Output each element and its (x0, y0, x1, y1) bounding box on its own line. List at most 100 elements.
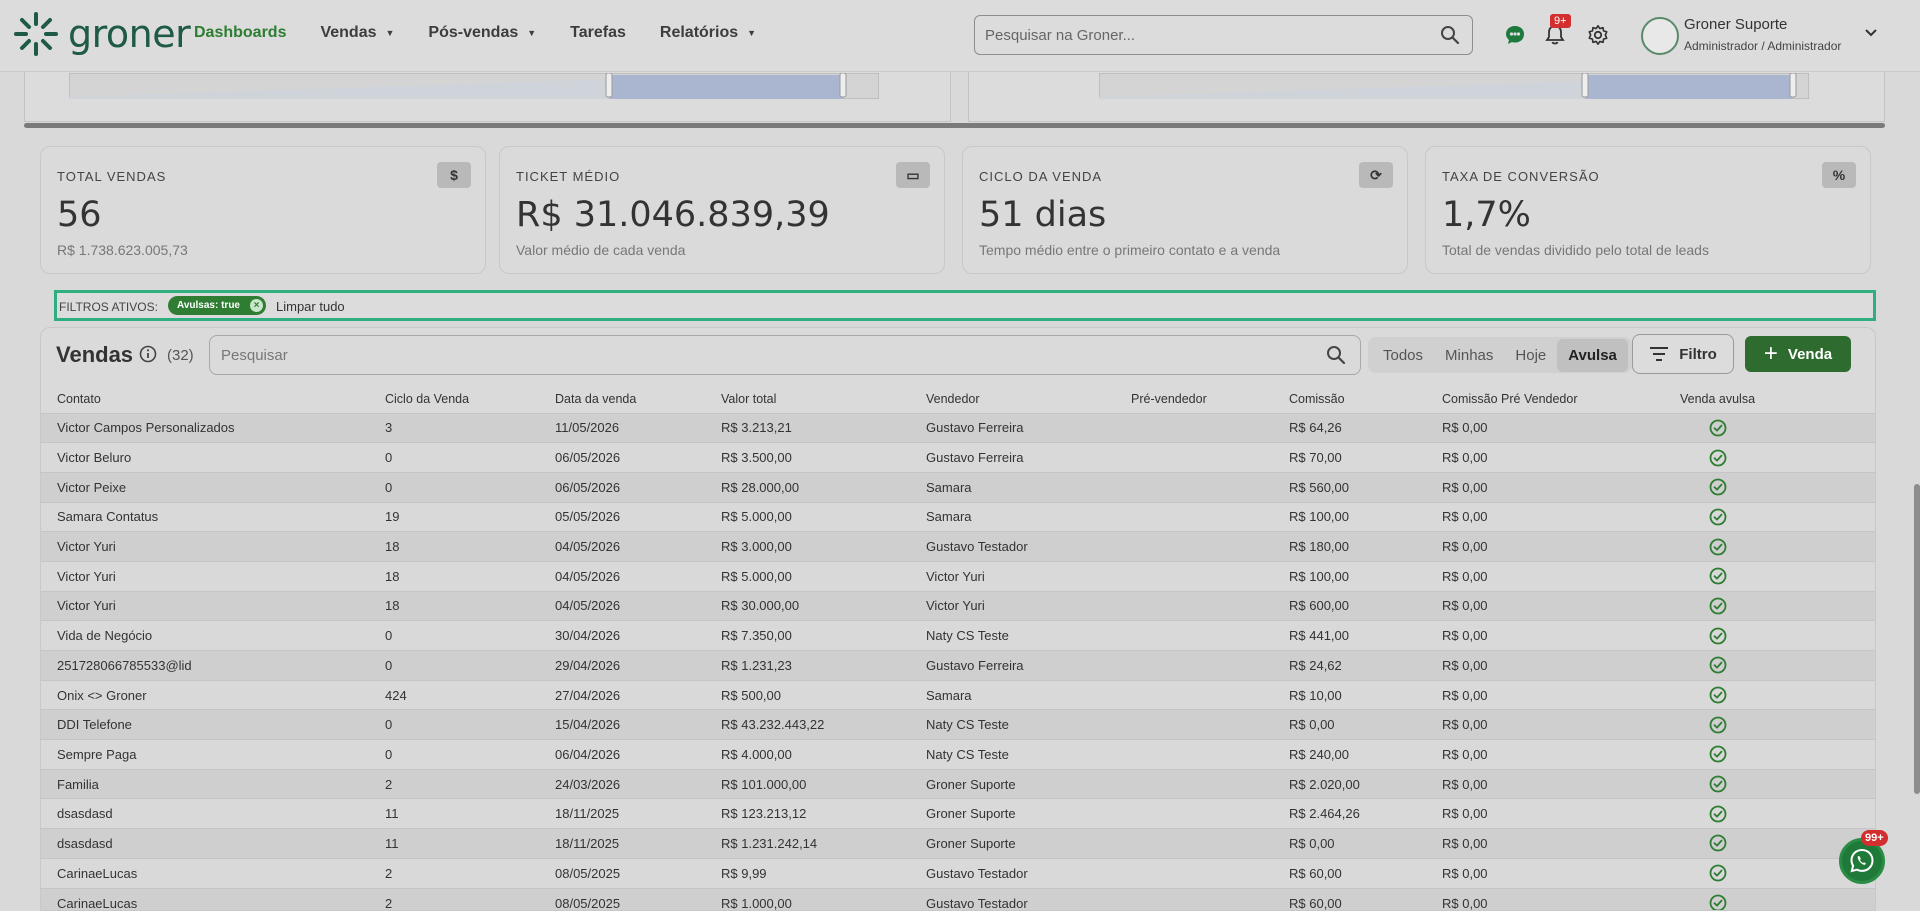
info-icon[interactable] (139, 345, 157, 363)
column-header[interactable]: Contato (41, 385, 385, 413)
table-cell: 04/05/2026 (555, 590, 721, 621)
table-row[interactable]: Victor Campos Personalizados 3 11/05/2026 R… (41, 412, 1875, 443)
table-cell: 05/05/2026 (555, 501, 721, 532)
top-navigation-bar: groner Dashboards Vendas ▼ Pós-vendas ▼ Taref… (0, 0, 1920, 72)
table-cell: 251728066785533@lid (41, 650, 385, 681)
table-cell: R$ 0,00 (1442, 679, 1592, 710)
table-cell: R$ 0,00 (1442, 501, 1592, 532)
range-handle-right[interactable] (839, 73, 847, 98)
dollar-icon[interactable]: $ (437, 162, 471, 188)
table-row[interactable]: Sempre Paga 0 06/04/2026 R$ 4.000,00 Naty CS… (41, 739, 1875, 770)
nav-item-label: Dashboards (194, 24, 287, 41)
nav-item-tarefas[interactable]: Tarefas (570, 24, 626, 42)
table-row[interactable]: Victor Yuri 18 04/05/2026 R$ 30.000,00 Victo… (41, 590, 1875, 621)
table-cell: 0 (385, 650, 555, 681)
chevron-down-icon[interactable] (1864, 28, 1878, 38)
nav-item-label: Relatórios (659, 24, 739, 41)
nav-item-vendas[interactable]: Vendas ▼ (320, 24, 394, 42)
avatar[interactable] (1641, 17, 1679, 55)
column-header[interactable]: Comissão (1289, 385, 1442, 413)
column-header[interactable]: Venda avulsa (1592, 385, 1875, 413)
check-circle-icon (1709, 449, 1726, 466)
column-header[interactable]: Pré-vendedor (1131, 385, 1289, 413)
active-filters-bar: FILTROS ATIVOS: Avulsas: true × Limpar t… (54, 290, 1876, 321)
stat-subtitle: Valor médio de cada venda (516, 242, 686, 258)
table-row[interactable]: Familia 2 24/03/2026 R$ 101.000,00 Groner Su… (41, 768, 1875, 799)
cycle-icon[interactable]: ⟳ (1359, 162, 1393, 188)
column-header[interactable]: Vendedor (926, 385, 1131, 413)
table-row[interactable]: dsasdasd 11 18/11/2025 R$ 123.213,12 Groner … (41, 798, 1875, 829)
add-sale-button[interactable]: + Venda (1745, 336, 1851, 372)
segment-avulsa[interactable]: Avulsa (1557, 338, 1628, 372)
column-header[interactable]: Data da venda (555, 385, 721, 413)
vertical-scrollbar[interactable] (1914, 484, 1920, 794)
table-cell: R$ 10,00 (1289, 679, 1442, 710)
table-row[interactable]: dsasdasd 11 18/11/2025 R$ 1.231.242,14 Grone… (41, 828, 1875, 859)
nav-item-label: Vendas (320, 24, 377, 41)
table-row[interactable]: CarinaeLucas 2 08/05/2025 R$ 9,99 Gustavo Te… (41, 857, 1875, 888)
range-handle-left[interactable] (1581, 73, 1589, 98)
remove-filter-icon[interactable]: × (249, 299, 263, 312)
filter-chip[interactable]: Avulsas: true × (168, 296, 266, 315)
chart-card-left (24, 72, 951, 122)
segment-todos[interactable]: Todos (1372, 339, 1434, 372)
chart-range-slider[interactable] (1099, 73, 1809, 99)
table-row[interactable]: Samara Contatus 19 05/05/2026 R$ 5.000,00 Sa… (41, 501, 1875, 532)
venda-avulsa-cell (1592, 828, 1875, 859)
percent-icon[interactable]: % (1822, 162, 1856, 188)
table-row[interactable]: CarinaeLucas 2 08/05/2025 R$ 1.000,00 Gustav… (41, 887, 1875, 910)
nav-item-dashboards[interactable]: Dashboards (194, 24, 286, 42)
user-name[interactable]: Groner Suporte (1684, 16, 1787, 33)
column-header[interactable]: Ciclo da Venda (385, 385, 555, 413)
search-icon[interactable] (1440, 25, 1460, 45)
filter-button[interactable]: Filtro (1632, 334, 1734, 374)
nav-item-label: Tarefas (570, 24, 626, 41)
range-handle-right[interactable] (1789, 73, 1797, 98)
table-cell: R$ 100,00 (1289, 501, 1442, 532)
table-cell: 08/05/2025 (555, 857, 721, 888)
check-circle-icon (1709, 597, 1726, 615)
clear-filters-link[interactable]: Limpar tudo (276, 299, 345, 314)
groner-logo[interactable]: groner (12, 10, 191, 58)
segment-hoje[interactable]: Hoje (1504, 339, 1557, 372)
table-cell: 424 (385, 679, 555, 710)
filter-icon (1650, 347, 1669, 361)
gear-icon[interactable] (1587, 24, 1609, 46)
table-row[interactable]: DDI Telefone 0 15/04/2026 R$ 43.232.443,22 N… (41, 709, 1875, 740)
stat-card: TICKET MÉDIO R$ 31.046.839,39 Valor médio … (499, 146, 945, 274)
venda-avulsa-cell (1592, 471, 1875, 503)
nav-item-relatrios[interactable]: Relatórios ▼ (660, 24, 756, 42)
table-cell: Gustavo Testador (926, 531, 1131, 562)
table-row[interactable]: Victor Yuri 18 04/05/2026 R$ 5.000,00 Victor… (41, 560, 1875, 592)
table-row[interactable]: Victor Yuri 18 04/05/2026 R$ 3.000,00 Gustav… (41, 531, 1875, 562)
sales-count: (32) (167, 347, 194, 364)
range-handle-left[interactable] (605, 73, 613, 98)
global-search-input[interactable] (975, 16, 1415, 54)
table-cell: 30/04/2026 (555, 620, 721, 651)
table-row[interactable]: 251728066785533@lid 0 29/04/2026 R$ 1.231,2… (41, 650, 1875, 681)
table-cell (1131, 828, 1289, 859)
ticket-icon[interactable]: ▭ (896, 162, 930, 188)
column-header[interactable]: Comissão Pré Vendedor (1442, 385, 1592, 413)
chat-bubble-icon[interactable] (1504, 24, 1526, 46)
chart-range-slider[interactable] (69, 73, 879, 99)
venda-avulsa-cell (1592, 679, 1875, 710)
table-row[interactable]: Victor Beluro 0 06/05/2026 R$ 3.500,00 Gusta… (41, 442, 1875, 473)
venda-avulsa-cell (1592, 798, 1875, 829)
table-row[interactable]: Victor Peixe 0 06/05/2026 R$ 28.000,00 Samar… (41, 471, 1875, 503)
segment-minhas[interactable]: Minhas (1434, 339, 1504, 372)
table-cell: 29/04/2026 (555, 650, 721, 681)
table-cell: 3 (385, 412, 555, 443)
table-row[interactable]: Onix <> Groner 424 27/04/2026 R$ 500,00 Sama… (41, 679, 1875, 710)
panel-title: Vendas (56, 342, 134, 367)
column-header[interactable]: Valor total (721, 385, 926, 413)
horizontal-scrollbar[interactable] (24, 123, 1885, 128)
search-icon[interactable] (1326, 345, 1346, 365)
nav-item-psvendas[interactable]: Pós-vendas ▼ (428, 24, 536, 42)
table-row[interactable]: Vida de Negócio 0 30/04/2026 R$ 7.350,00 Nat… (41, 620, 1875, 651)
table-cell: 04/05/2026 (555, 560, 721, 592)
table-search-input[interactable] (210, 336, 1290, 374)
table-cell: Gustavo Ferreira (926, 412, 1131, 443)
table-cell: R$ 441,00 (1289, 620, 1442, 651)
table-cell: R$ 4.000,00 (721, 739, 926, 770)
